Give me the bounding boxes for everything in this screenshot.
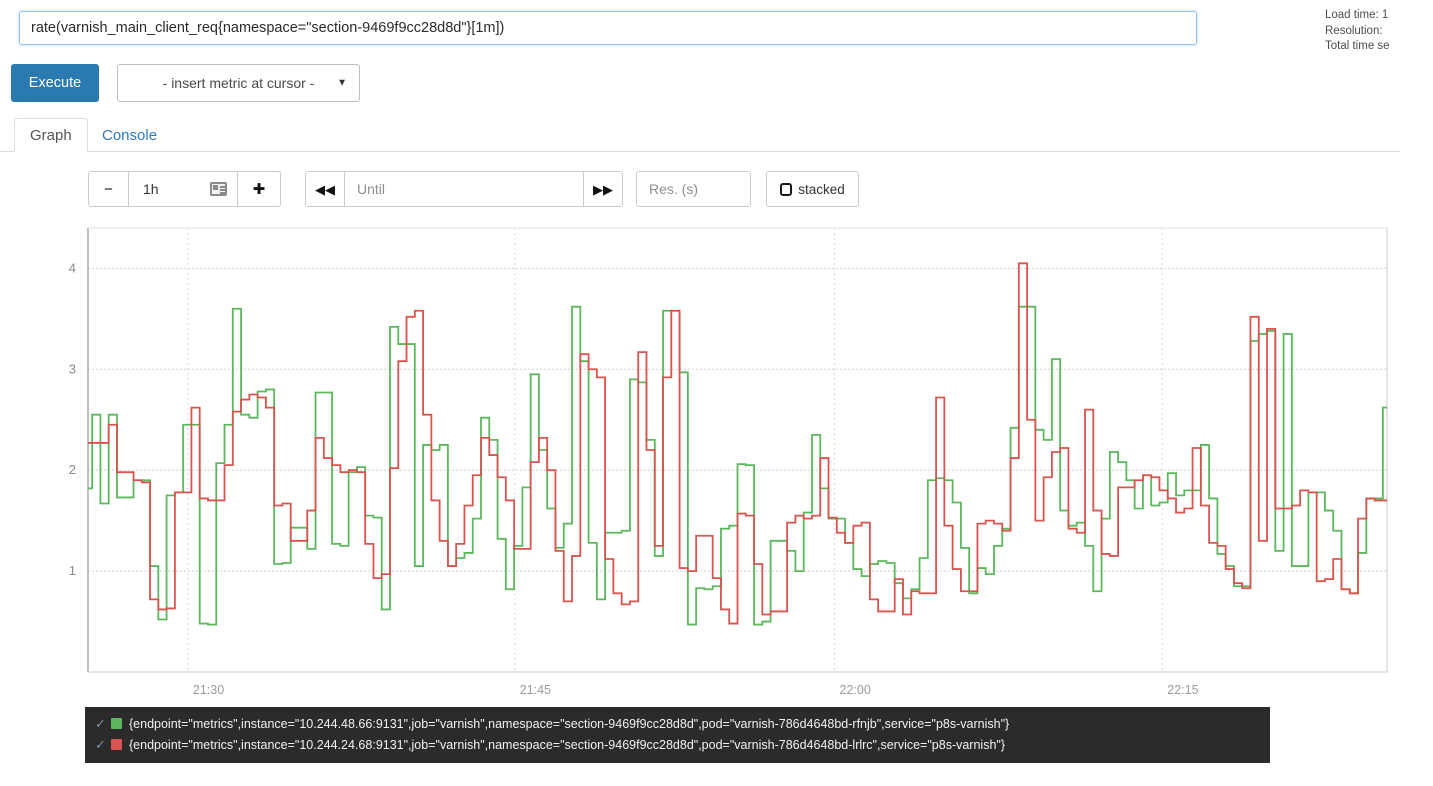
chart-svg: 1 2 3 4 21:30 21:45 22:00 22:15 [69,227,1388,697]
tab-graph-label: Graph [30,126,72,144]
metric-select-label: - insert metric at cursor - [162,75,315,91]
tab-graph[interactable]: Graph [14,118,88,152]
double-left-arrow-icon: ◀◀ [315,181,335,197]
svg-text:21:45: 21:45 [520,683,551,697]
plus-icon: ✚ [252,180,266,198]
resolution-input[interactable] [636,171,751,207]
svg-text:1: 1 [69,563,76,578]
range-control-group: − 1h ✚ [88,171,281,207]
range-value: 1h [143,181,159,197]
stacked-toggle[interactable]: stacked [766,171,859,207]
legend-label: {endpoint="metrics",instance="10.244.48.… [129,716,1010,731]
time-nav-group: ◀◀ ▶▶ [305,171,623,207]
prometheus-graph-page: Load time: 1 Resolution: Total time se E… [0,0,1433,786]
svg-text:3: 3 [69,361,76,376]
query-stats: Load time: 1 Resolution: Total time se [1325,8,1433,55]
range-decrease-button[interactable]: − [88,171,129,207]
minus-icon: − [104,180,113,198]
total-time-series: Total time se [1325,40,1390,52]
step-backward-button[interactable]: ◀◀ [305,171,345,207]
legend-color-swatch [111,739,122,750]
svg-text:21:30: 21:30 [193,683,224,697]
legend-color-swatch [111,718,122,729]
expression-input[interactable] [19,11,1197,45]
range-increase-button[interactable]: ✚ [237,171,281,207]
svg-text:4: 4 [69,260,76,275]
chevron-down-icon: ▼ [337,77,347,89]
tab-console[interactable]: Console [86,118,173,152]
metric-select[interactable]: - insert metric at cursor - ▼ [117,64,360,102]
resolution-stat: Resolution: [1325,24,1383,37]
execute-button[interactable]: Execute [11,64,99,102]
svg-text:22:00: 22:00 [840,683,871,697]
legend-check-icon: ✓ [95,736,106,752]
load-time: Load time: 1 [1325,9,1389,21]
svg-text:2: 2 [69,462,76,477]
graph-chart[interactable]: 1 2 3 4 21:30 21:45 22:00 22:15 [0,222,1400,702]
svg-text:22:15: 22:15 [1167,683,1198,697]
range-input[interactable]: 1h [128,171,238,207]
legend-check-icon: ✓ [95,715,106,731]
legend-item[interactable]: ✓ {endpoint="metrics",instance="10.244.2… [95,734,1270,755]
chart-legend: ✓ {endpoint="metrics",instance="10.244.4… [85,707,1270,763]
tab-bar: Graph Console [0,118,1400,152]
step-forward-button[interactable]: ▶▶ [583,171,623,207]
tab-console-label: Console [102,126,158,144]
stacked-label: stacked [798,181,845,197]
legend-label: {endpoint="metrics",instance="10.244.24.… [129,737,1006,752]
query-row: Load time: 1 Resolution: Total time se [0,0,1433,56]
double-right-arrow-icon: ▶▶ [593,181,613,197]
legend-item[interactable]: ✓ {endpoint="metrics",instance="10.244.4… [95,713,1270,734]
checkbox-icon [780,182,793,196]
until-input[interactable] [344,171,584,207]
calendar-icon[interactable] [210,182,227,196]
